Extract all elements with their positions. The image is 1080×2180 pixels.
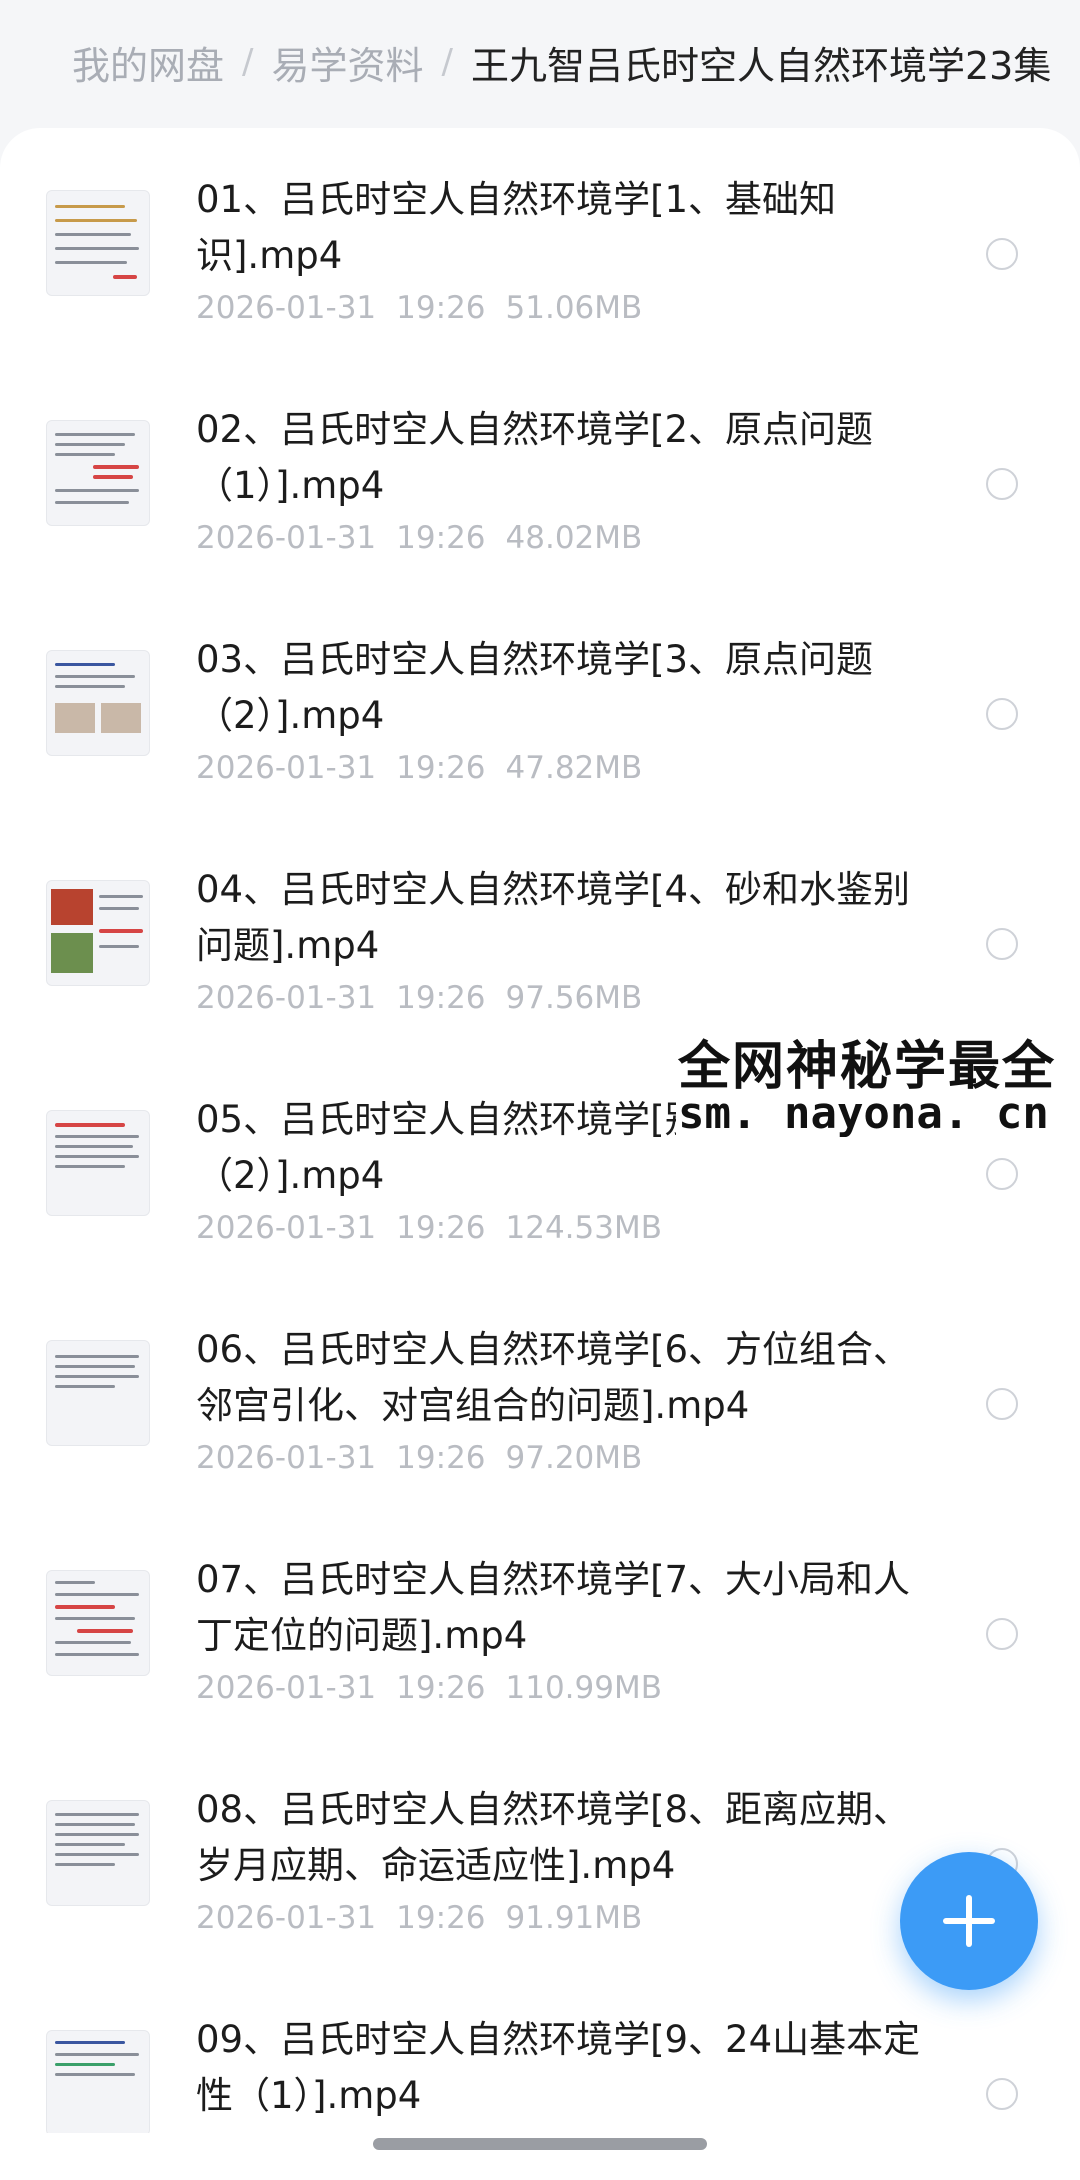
video-thumbnail	[46, 190, 150, 296]
file-time: 19:26	[396, 1900, 486, 1936]
video-thumbnail	[46, 1340, 150, 1446]
plus-icon	[943, 1895, 995, 1947]
file-name: 04、吕氏时空人自然环境学[4、砂和水鉴别问题].mp4	[196, 868, 911, 967]
file-date: 2026-01-31	[196, 1440, 377, 1476]
video-thumbnail	[46, 2030, 150, 2133]
file-item[interactable]: 09、吕氏时空人自然环境学[9、24山基本定性（1）].mp4	[0, 1968, 1080, 2133]
file-date: 2026-01-31	[196, 1900, 377, 1936]
select-radio[interactable]	[986, 468, 1018, 500]
file-date: 2026-01-31	[196, 1670, 377, 1706]
file-item[interactable]: 03、吕氏时空人自然环境学[3、原点问题（2）].mp4 2026-01-31 1…	[0, 588, 1080, 818]
file-time: 19:26	[396, 290, 486, 326]
file-meta: 2026-01-31 19:26 91.91MB	[196, 1900, 642, 1936]
file-time: 19:26	[396, 750, 486, 786]
file-size: 47.82MB	[505, 750, 643, 786]
video-thumbnail	[46, 1570, 150, 1676]
video-thumbnail	[46, 880, 150, 986]
file-size: 124.53MB	[505, 1210, 662, 1246]
add-button[interactable]	[900, 1852, 1038, 1990]
file-item[interactable]: 06、吕氏时空人自然环境学[6、方位组合、邻宫引化、对宫组合的问题].mp4 2…	[0, 1278, 1080, 1508]
home-indicator[interactable]	[373, 2138, 707, 2150]
select-radio[interactable]	[986, 238, 1018, 270]
file-meta: 2026-01-31 19:26 97.20MB	[196, 1440, 642, 1476]
file-size: 97.56MB	[505, 980, 643, 1016]
file-date: 2026-01-31	[196, 750, 377, 786]
file-time: 19:26	[396, 1670, 486, 1706]
video-thumbnail	[46, 420, 150, 526]
file-size: 51.06MB	[505, 290, 643, 326]
file-item[interactable]: 04、吕氏时空人自然环境学[4、砂和水鉴别问题].mp4 2026-01-31 1…	[0, 818, 1080, 1048]
breadcrumb-current-folder: 王九智吕氏时空人自然环境学23集	[470, 43, 1052, 88]
file-time: 19:26	[396, 1440, 486, 1476]
file-time: 19:26	[396, 1210, 486, 1246]
video-thumbnail	[46, 1800, 150, 1906]
file-list-card: 01、吕氏时空人自然环境学[1、基础知识].mp4 2026-01-31 19:2…	[0, 128, 1080, 2180]
file-date: 2026-01-31	[196, 290, 377, 326]
file-meta: 2026-01-31 19:26 124.53MB	[196, 1210, 662, 1246]
file-name: 03、吕氏时空人自然环境学[3、原点问题（2）].mp4	[196, 638, 874, 737]
file-size: 110.99MB	[505, 1670, 662, 1706]
select-radio[interactable]	[986, 1158, 1018, 1190]
breadcrumb-separator: /	[441, 42, 453, 82]
video-thumbnail	[46, 1110, 150, 1216]
file-item[interactable]: 01、吕氏时空人自然环境学[1、基础知识].mp4 2026-01-31 19:2…	[0, 128, 1080, 358]
video-thumbnail	[46, 650, 150, 756]
file-browser-screen: 我的网盘 / 易学资料 / 王九智吕氏时空人自然环境学23集 01、吕氏时空人自…	[0, 0, 1080, 2180]
select-radio[interactable]	[986, 2078, 1018, 2110]
watermark-url: sm. nayona. cn	[678, 1088, 1049, 1139]
file-meta: 2026-01-31 19:26 110.99MB	[196, 1670, 662, 1706]
file-meta: 2026-01-31 19:26 48.02MB	[196, 520, 642, 556]
file-name: 02、吕氏时空人自然环境学[2、原点问题（1）].mp4	[196, 408, 874, 507]
file-item[interactable]: 02、吕氏时空人自然环境学[2、原点问题（1）].mp4 2026-01-31 1…	[0, 358, 1080, 588]
file-name: 09、吕氏时空人自然环境学[9、24山基本定性（1）].mp4	[196, 2018, 921, 2117]
file-date: 2026-01-31	[196, 1210, 377, 1246]
file-meta: 2026-01-31 19:26 97.56MB	[196, 980, 642, 1016]
file-name: 07、吕氏时空人自然环境学[7、大小局和人丁定位的问题].mp4	[196, 1558, 911, 1657]
file-time: 19:26	[396, 520, 486, 556]
file-time: 19:26	[396, 980, 486, 1016]
breadcrumb-my-drive[interactable]: 我的网盘	[72, 35, 224, 90]
file-name: 06、吕氏时空人自然环境学[6、方位组合、邻宫引化、对宫组合的问题].mp4	[196, 1328, 911, 1427]
select-radio[interactable]	[986, 1618, 1018, 1650]
file-date: 2026-01-31	[196, 980, 377, 1016]
file-meta	[196, 2130, 236, 2133]
breadcrumb-separator: /	[242, 42, 254, 82]
file-size: 97.20MB	[505, 1440, 643, 1476]
file-name: 01、吕氏时空人自然环境学[1、基础知识].mp4	[196, 178, 837, 277]
file-meta: 2026-01-31 19:26 47.82MB	[196, 750, 642, 786]
select-radio[interactable]	[986, 698, 1018, 730]
file-meta: 2026-01-31 19:26 51.06MB	[196, 290, 642, 326]
file-size: 91.91MB	[505, 1900, 643, 1936]
breadcrumb: 我的网盘 / 易学资料 / 王九智吕氏时空人自然环境学23集	[72, 30, 1060, 94]
file-name: 08、吕氏时空人自然环境学[8、距离应期、岁月应期、命运适应性].mp4	[196, 1788, 911, 1887]
file-date: 2026-01-31	[196, 520, 377, 556]
select-radio[interactable]	[986, 928, 1018, 960]
file-item[interactable]: 07、吕氏时空人自然环境学[7、大小局和人丁定位的问题].mp4 2026-01…	[0, 1508, 1080, 1738]
select-radio[interactable]	[986, 1388, 1018, 1420]
file-size: 48.02MB	[505, 520, 643, 556]
watermark-overlay: 全网神秘学最全 sm. nayona. cn	[676, 1024, 1080, 1144]
breadcrumb-yixue-folder[interactable]: 易学资料	[271, 35, 423, 90]
